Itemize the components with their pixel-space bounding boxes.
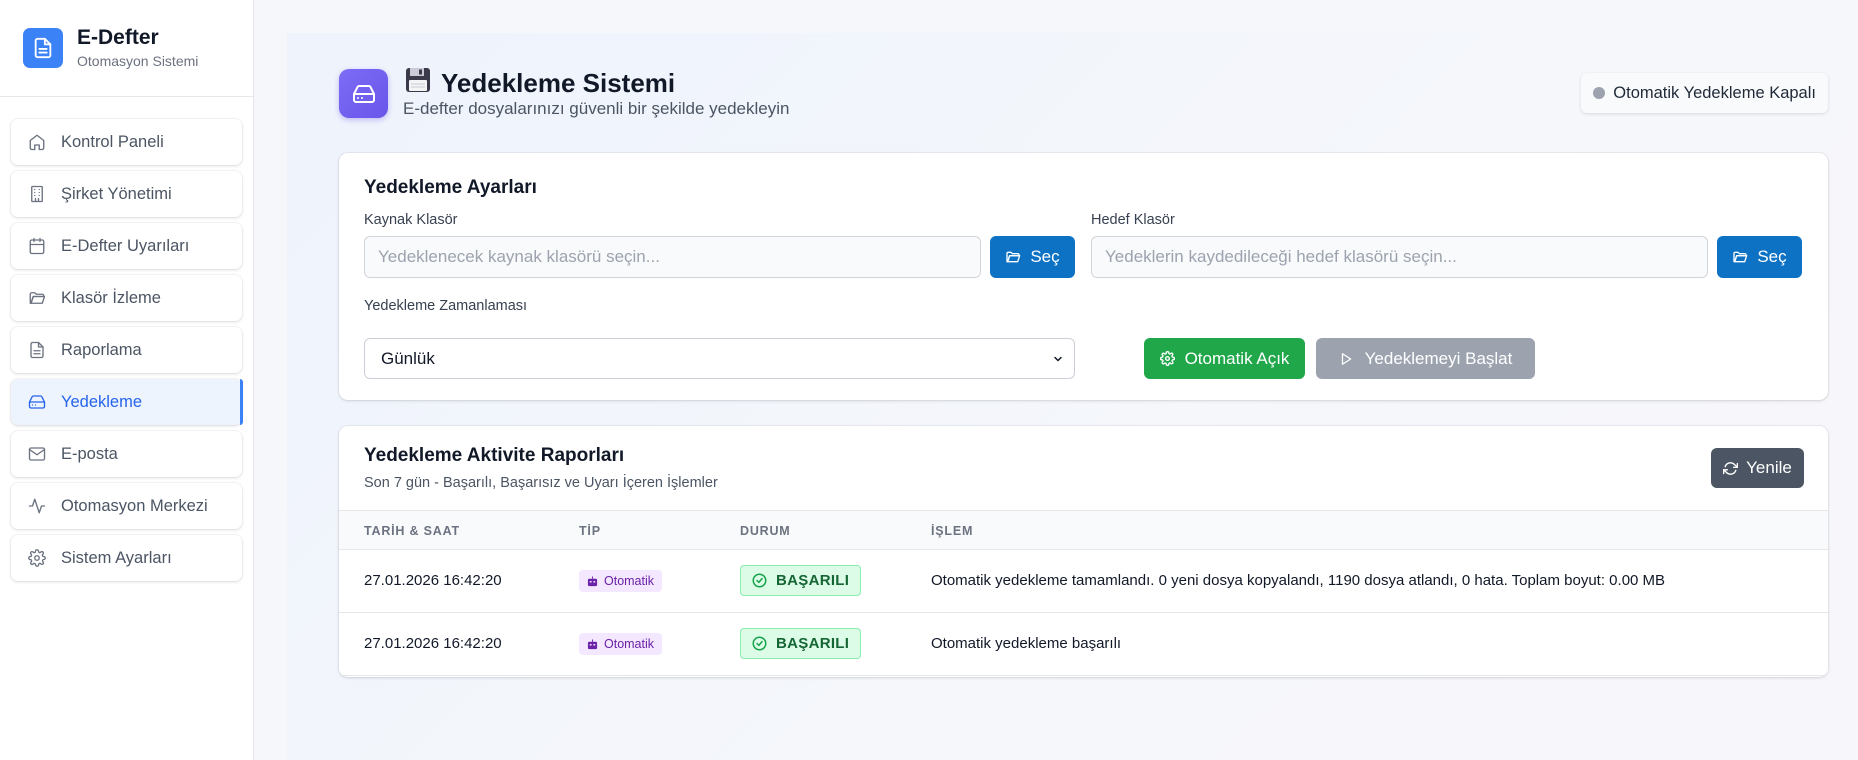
folder-open-icon bbox=[1733, 251, 1748, 263]
home-icon bbox=[27, 132, 47, 152]
row-datetime: 27.01.2026 16:42:20 bbox=[364, 635, 502, 652]
sidebar-item-label: Sistem Ayarları bbox=[61, 548, 172, 567]
backup-settings-card: Yedekleme Ayarları Kaynak Klasör Yedekle… bbox=[339, 153, 1828, 400]
table-header: TARİH & SAAT TİP DURUM İŞLEM bbox=[339, 510, 1828, 550]
calendar-icon bbox=[27, 236, 47, 256]
sidebar-item-label: E-Defter Uyarıları bbox=[61, 236, 190, 255]
sidebar-item-otomasyon-merkezi[interactable]: Otomasyon Merkezi bbox=[11, 483, 242, 529]
schedule-select-value: Günlük bbox=[381, 348, 435, 368]
column-header: İŞLEM bbox=[931, 524, 974, 538]
source-folder-input[interactable]: Yedeklenecek kaynak klasörü seçin... bbox=[364, 236, 981, 278]
robot-icon bbox=[587, 575, 598, 586]
column-header: TARİH & SAAT bbox=[364, 524, 460, 538]
type-badge: Otomatik bbox=[579, 633, 663, 655]
refresh-icon bbox=[1723, 461, 1739, 475]
type-badge-text: Otomatik bbox=[604, 574, 655, 588]
brand: E-Defter Otomasyon Sistemi bbox=[0, 0, 253, 97]
brand-title: E-Defter bbox=[77, 26, 159, 49]
sidebar-item-label: Klasör İzleme bbox=[61, 288, 161, 307]
sidebar-item-label: Raporlama bbox=[61, 340, 142, 359]
start-backup-button[interactable]: Yedeklemeyi Başlat bbox=[1316, 338, 1535, 379]
sidebar-item-raporlama[interactable]: Raporlama bbox=[11, 327, 242, 373]
target-folder-input[interactable]: Yedeklerin kaydedileceği hedef klasörü s… bbox=[1091, 236, 1708, 278]
page-subtitle: E-defter dosyalarınızı güvenli bir şekil… bbox=[403, 99, 790, 118]
settings-title: Yedekleme Ayarları bbox=[364, 177, 537, 198]
sidebar-item-label: Şirket Yönetimi bbox=[61, 184, 172, 203]
sidebar-item-e-defter-uyarilari[interactable]: E-Defter Uyarıları bbox=[11, 223, 242, 269]
page-title: Yedekleme Sistemi bbox=[405, 67, 675, 100]
folder-open-icon bbox=[1006, 251, 1021, 263]
gear-icon bbox=[27, 548, 47, 568]
activity-icon bbox=[27, 496, 47, 516]
sidebar-item-e-posta[interactable]: E-posta bbox=[11, 431, 242, 477]
row-datetime: 27.01.2026 16:42:20 bbox=[364, 572, 502, 589]
activity-reports-card: Yedekleme Aktivite Raporları Son 7 gün -… bbox=[339, 426, 1828, 677]
auto-toggle-label: Otomatik Açık bbox=[1184, 348, 1290, 368]
target-folder-label: Hedef Klasör bbox=[1091, 212, 1175, 228]
sidebar-item-label: Yedekleme bbox=[61, 392, 143, 411]
sidebar-item-yedekleme[interactable]: Yedekleme bbox=[11, 379, 243, 425]
status-badge: BAŞARILI bbox=[740, 628, 862, 659]
play-icon bbox=[1341, 352, 1351, 365]
sidebar-item-sistem-ayarlari[interactable]: Sistem Ayarları bbox=[11, 535, 242, 581]
target-select-label: Seç bbox=[1757, 247, 1787, 266]
row-action: Otomatik yedekleme başarılı bbox=[931, 635, 1122, 652]
refresh-button[interactable]: Yenile bbox=[1711, 448, 1804, 488]
row-action: Otomatik yedekleme tamamlandı. 0 yeni do… bbox=[931, 572, 1666, 589]
table-row: 27.01.2026 16:42:20 Otomatik BAŞARILI Ot… bbox=[339, 550, 1828, 613]
folder-open-icon bbox=[27, 288, 47, 308]
brand-subtitle: Otomasyon Sistemi bbox=[77, 53, 199, 69]
schedule-select[interactable]: Günlük bbox=[364, 338, 1075, 379]
schedule-label: Yedekleme Zamanlaması bbox=[364, 298, 528, 314]
source-select-label: Seç bbox=[1030, 247, 1060, 266]
sidebar-item-label: E-posta bbox=[61, 444, 118, 463]
hard-drive-icon bbox=[339, 69, 388, 118]
reports-title: Yedekleme Aktivite Raporları bbox=[364, 445, 625, 466]
sidebar-item-kontrol-paneli[interactable]: Kontrol Paneli bbox=[11, 119, 242, 165]
sidebar-nav: Kontrol Paneli Şirket Yönetimi E-Defter … bbox=[0, 97, 253, 581]
auto-backup-status: Otomatik Yedekleme Kapalı bbox=[1581, 73, 1828, 113]
chevron-down-icon bbox=[1054, 356, 1062, 362]
start-backup-label: Yedeklemeyi Başlat bbox=[1364, 348, 1513, 368]
reports-subtitle: Son 7 gün - Başarılı, Başarısız ve Uyarı… bbox=[364, 475, 718, 491]
auto-backup-status-text: Otomatik Yedekleme Kapalı bbox=[1613, 83, 1816, 102]
mail-icon bbox=[27, 444, 47, 464]
source-select-button[interactable]: Seç bbox=[990, 236, 1075, 278]
target-select-button[interactable]: Seç bbox=[1717, 236, 1802, 278]
status-badge-text: BAŞARILI bbox=[776, 572, 850, 589]
type-badge: Otomatik bbox=[579, 570, 663, 592]
auto-toggle-button[interactable]: Otomatik Açık bbox=[1144, 338, 1305, 379]
sidebar-item-sirket-yonetimi[interactable]: Şirket Yönetimi bbox=[11, 171, 242, 217]
check-circle-icon bbox=[752, 636, 767, 651]
column-header: TİP bbox=[579, 524, 601, 538]
source-folder-label: Kaynak Klasör bbox=[364, 212, 458, 228]
hard-drive-icon bbox=[27, 392, 47, 412]
document-icon bbox=[23, 28, 63, 68]
page-title-text: Yedekleme Sistemi bbox=[441, 68, 676, 98]
building-icon bbox=[27, 184, 47, 204]
sidebar-item-label: Kontrol Paneli bbox=[61, 132, 164, 151]
sidebar-item-klasor-izleme[interactable]: Klasör İzleme bbox=[11, 275, 242, 321]
sidebar: E-Defter Otomasyon Sistemi Kontrol Panel… bbox=[0, 0, 254, 760]
robot-icon bbox=[587, 638, 598, 649]
status-dot bbox=[1593, 87, 1606, 99]
document-icon bbox=[27, 340, 47, 360]
sidebar-item-label: Otomasyon Merkezi bbox=[61, 496, 208, 515]
main-content: Yedekleme Sistemi E-defter dosyalarınızı… bbox=[287, 33, 1858, 760]
gear-icon bbox=[1159, 351, 1175, 366]
status-badge-text: BAŞARILI bbox=[776, 635, 850, 652]
check-circle-icon bbox=[752, 573, 767, 588]
table-row: 27.01.2026 16:42:20 Otomatik BAŞARILI Ot… bbox=[339, 613, 1828, 676]
refresh-label: Yenile bbox=[1746, 458, 1792, 477]
type-badge-text: Otomatik bbox=[604, 637, 655, 651]
floppy-disk-icon bbox=[405, 67, 431, 100]
column-header: DURUM bbox=[740, 524, 791, 538]
status-badge: BAŞARILI bbox=[740, 565, 862, 596]
